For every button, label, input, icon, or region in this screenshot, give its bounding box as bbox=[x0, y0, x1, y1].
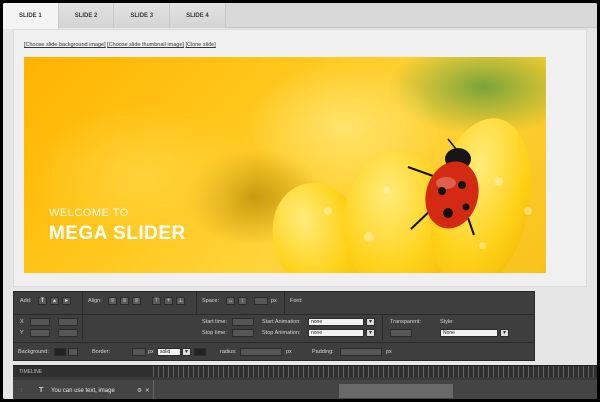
style-label: Style: bbox=[440, 319, 454, 325]
tab-slide-1[interactable]: SLIDE 1 bbox=[3, 3, 59, 29]
align-center-icon[interactable]: ≡ bbox=[120, 297, 129, 305]
divider bbox=[153, 380, 154, 399]
height-input[interactable] bbox=[58, 329, 78, 337]
add-image-icon[interactable]: ▴ bbox=[50, 297, 59, 305]
start-animation-select[interactable]: none bbox=[308, 318, 364, 326]
timeline-ruler[interactable] bbox=[153, 366, 597, 377]
water-drop bbox=[524, 207, 532, 215]
style-select[interactable]: None bbox=[440, 329, 498, 337]
timeline-header: TIMELINE bbox=[13, 366, 597, 377]
slide-preview[interactable]: WELCOME TO MEGA SLIDER bbox=[24, 57, 546, 273]
space-unit: px bbox=[271, 298, 277, 304]
radius-input[interactable] bbox=[240, 348, 282, 356]
font-label: Font: bbox=[290, 298, 303, 304]
app-window: SLIDE 1 SLIDE 2 SLIDE 3 SLIDE 4 [Choose … bbox=[3, 3, 597, 399]
tab-slide-2[interactable]: SLIDE 2 bbox=[58, 3, 115, 28]
timeline-layer-row[interactable]: ⋮ T You can use text, image ⚙ ✕ bbox=[13, 380, 597, 399]
border-style-select[interactable]: solid bbox=[157, 348, 181, 356]
space-vertical-icon[interactable]: ↕ bbox=[238, 297, 247, 305]
background-color-swatch[interactable] bbox=[54, 348, 66, 356]
stop-animation-dropdown-icon[interactable]: ▾ bbox=[366, 329, 375, 337]
text-layer-icon: T bbox=[39, 387, 44, 394]
x-label: X bbox=[20, 319, 24, 325]
ladybug-image bbox=[407, 138, 479, 236]
border-color-swatch[interactable] bbox=[194, 348, 206, 356]
stop-animation-label: Stop Animation: bbox=[262, 330, 301, 336]
border-unit: px bbox=[148, 349, 154, 355]
add-text-icon[interactable]: T bbox=[38, 297, 47, 305]
divider bbox=[82, 314, 83, 340]
layer-delete-icon[interactable]: ✕ bbox=[145, 388, 150, 394]
divider bbox=[14, 314, 534, 315]
style-dropdown-icon[interactable]: ▾ bbox=[500, 329, 509, 337]
y-label: Y bbox=[20, 330, 24, 336]
tab-slide-4[interactable]: SLIDE 4 bbox=[170, 3, 226, 28]
divider bbox=[284, 292, 285, 314]
choose-thumbnail-link[interactable]: [Choose slide thumbnail image] bbox=[107, 42, 184, 48]
space-input[interactable] bbox=[254, 297, 268, 305]
stop-time-input[interactable] bbox=[232, 329, 254, 337]
slide-welcome-text[interactable]: WELCOME TO bbox=[49, 207, 129, 219]
choose-background-link[interactable]: [Choose slide background image] bbox=[24, 42, 106, 48]
water-drop bbox=[324, 207, 332, 215]
divider bbox=[14, 342, 534, 343]
tab-slide-3[interactable]: SLIDE 3 bbox=[114, 3, 171, 28]
layer-settings-icon[interactable]: ⚙ bbox=[137, 388, 142, 394]
align-left-icon[interactable]: ≡ bbox=[108, 297, 117, 305]
water-drop bbox=[364, 232, 374, 242]
border-style-dropdown-icon[interactable]: ▾ bbox=[182, 348, 191, 356]
align-bottom-icon[interactable]: ⊥ bbox=[176, 297, 185, 305]
padding-label: Padding: bbox=[312, 349, 334, 355]
align-label: Align: bbox=[88, 298, 102, 304]
add-video-icon[interactable]: ▸ bbox=[62, 297, 71, 305]
border-width-input[interactable] bbox=[132, 348, 146, 356]
padding-unit: px bbox=[386, 349, 392, 355]
clone-slide-link[interactable]: [Clone slide] bbox=[185, 42, 215, 48]
padding-input[interactable] bbox=[340, 348, 382, 356]
align-top-icon[interactable]: ⊤ bbox=[152, 297, 161, 305]
start-time-input[interactable] bbox=[232, 318, 254, 326]
layer-label: You can use text, image bbox=[51, 388, 115, 394]
water-drop bbox=[384, 187, 390, 193]
divider bbox=[196, 292, 197, 314]
slide-tabs: SLIDE 1 SLIDE 2 SLIDE 3 SLIDE 4 bbox=[3, 3, 597, 29]
layer-handle-icon[interactable]: ⋮ bbox=[19, 388, 25, 394]
timeline-duration-bar[interactable] bbox=[339, 384, 453, 398]
background-label: Background: bbox=[18, 349, 49, 355]
width-input[interactable] bbox=[58, 318, 78, 326]
align-right-icon[interactable]: ≡ bbox=[132, 297, 141, 305]
transparent-input[interactable] bbox=[390, 329, 412, 337]
stop-time-label: Stop time: bbox=[202, 330, 227, 336]
border-label: Border: bbox=[92, 349, 111, 355]
start-animation-label: Start Animation: bbox=[262, 319, 301, 325]
radius-unit: px bbox=[286, 349, 292, 355]
start-animation-dropdown-icon[interactable]: ▾ bbox=[366, 318, 375, 326]
divider bbox=[82, 292, 83, 314]
layer-editor-panel: Add: T ▴ ▸ Align: ≡ ≡ ≡ ⊤ + ⊥ Space: ↔ ↕… bbox=[13, 291, 535, 361]
divider bbox=[382, 314, 383, 340]
slide-title-text[interactable]: MEGA SLIDER bbox=[49, 223, 186, 245]
space-label: Space: bbox=[202, 298, 220, 304]
radius-label: radius: bbox=[220, 349, 237, 355]
timeline-panel: TIMELINE ⋮ T You can use text, image ⚙ ✕ bbox=[13, 365, 597, 399]
timeline-title: TIMELINE bbox=[19, 369, 43, 375]
y-input[interactable] bbox=[30, 329, 50, 337]
stop-animation-select[interactable]: none bbox=[308, 329, 364, 337]
transparent-label: Transparent: bbox=[390, 319, 421, 325]
water-drop bbox=[494, 177, 503, 186]
align-middle-icon[interactable]: + bbox=[164, 297, 173, 305]
add-label: Add: bbox=[20, 298, 32, 304]
slide-content-panel: [Choose slide background image] [Choose … bbox=[13, 29, 587, 287]
space-horizontal-icon[interactable]: ↔ bbox=[226, 297, 235, 305]
start-time-label: Start time: bbox=[202, 319, 228, 325]
background-extra-input[interactable] bbox=[68, 348, 78, 356]
slide-links: [Choose slide background image] [Choose … bbox=[24, 42, 216, 48]
x-input[interactable] bbox=[30, 318, 50, 326]
